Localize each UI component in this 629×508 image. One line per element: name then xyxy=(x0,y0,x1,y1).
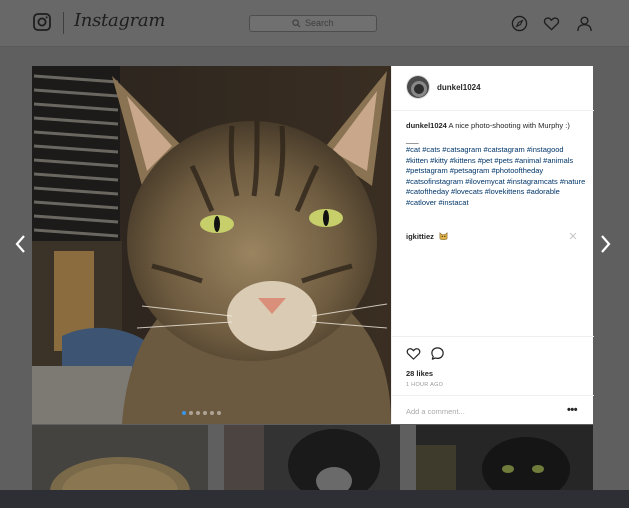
search-placeholder: Search xyxy=(305,18,334,28)
logo-divider xyxy=(63,12,64,34)
carousel-dot[interactable] xyxy=(189,411,193,415)
close-icon[interactable] xyxy=(569,232,577,240)
caption-divider: ___ xyxy=(406,135,419,144)
user-icon[interactable] xyxy=(576,15,593,32)
comment-icon[interactable] xyxy=(430,346,445,361)
post-sidebar: dunkel1024 dunkel1024 A nice photo-shoot… xyxy=(391,66,594,424)
carousel-dot[interactable] xyxy=(182,411,186,415)
chevron-left-icon[interactable] xyxy=(13,232,27,256)
instagram-glyph-icon[interactable] xyxy=(33,13,51,31)
compass-icon[interactable] xyxy=(511,15,528,32)
caption-hashtags[interactable]: #cat #cats #catsagram #catstagram #insta… xyxy=(406,145,586,208)
likes-count[interactable]: 28 likes xyxy=(406,369,433,378)
post-modal: dunkel1024 dunkel1024 A nice photo-shoot… xyxy=(32,66,594,424)
like-heart-icon[interactable] xyxy=(406,346,421,361)
feed-thumbnail[interactable] xyxy=(416,425,593,491)
add-comment-bar: ••• xyxy=(392,395,594,425)
comment-username[interactable]: igkittiez xyxy=(406,232,434,241)
feed-thumbnail[interactable] xyxy=(224,425,400,491)
instagram-wordmark[interactable]: Instagram xyxy=(74,10,165,31)
carousel-dot[interactable] xyxy=(196,411,200,415)
avatar[interactable] xyxy=(406,75,430,99)
caption-username[interactable]: dunkel1024 xyxy=(406,121,447,130)
post-photo[interactable] xyxy=(32,66,391,424)
carousel-dots xyxy=(182,411,221,415)
post-username[interactable]: dunkel1024 xyxy=(437,83,481,92)
post-timestamp: 1 HOUR AGO xyxy=(406,382,444,388)
heart-icon[interactable] xyxy=(543,15,560,32)
top-nav: Instagram Search xyxy=(0,0,629,47)
comment-item: igkittiez xyxy=(406,231,586,241)
carousel-dot[interactable] xyxy=(217,411,221,415)
feed-thumbnail[interactable] xyxy=(32,425,208,491)
post-header: dunkel1024 xyxy=(392,66,594,111)
caption-text: A nice photo-shooting with Murphy :) xyxy=(448,121,570,130)
search-box[interactable]: Search xyxy=(249,15,377,32)
chevron-right-icon[interactable] xyxy=(599,232,613,256)
carousel-dot[interactable] xyxy=(203,411,207,415)
more-icon[interactable]: ••• xyxy=(567,404,578,416)
search-icon xyxy=(292,19,301,28)
post-actions: 28 likes 1 HOUR AGO ••• xyxy=(392,336,594,424)
carousel-dot[interactable] xyxy=(210,411,214,415)
bottom-bar xyxy=(0,490,629,508)
post-caption: dunkel1024 A nice photo-shooting with Mu… xyxy=(406,120,586,208)
cat-emoji-icon xyxy=(439,232,448,240)
add-comment-input[interactable] xyxy=(406,405,546,417)
